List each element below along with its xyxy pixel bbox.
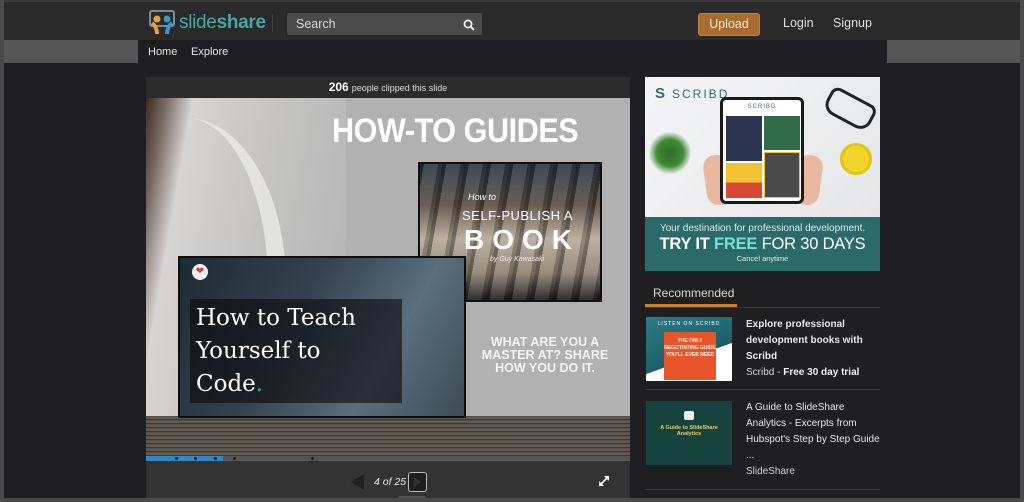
ad-book-4 xyxy=(764,152,800,198)
top-navbar: slideshare Search Upload Login Signup xyxy=(4,0,1020,40)
slide-title: HOW-TO GUIDES xyxy=(332,112,579,150)
slideshare-page: slideshare Search Upload Login Signup Ho… xyxy=(4,0,1020,498)
next-slide-button[interactable] xyxy=(408,472,427,492)
ad-banner: Your destination for professional develo… xyxy=(645,217,880,271)
recommended-text: A Guide to SlideShare Analytics - Excerp… xyxy=(746,400,881,480)
scribd-ad[interactable]: S SCRIBD SCRIBD Your destination for prof… xyxy=(645,77,880,271)
recommended-title[interactable]: Explore professional development books w… xyxy=(746,317,881,365)
signup-link[interactable]: Signup xyxy=(833,16,872,30)
slide-player: 206 people clipped this slide HOW-TO GUID… xyxy=(146,77,630,498)
heart-icon: ❤ xyxy=(192,264,208,280)
ad-tagline: Your destination for professional develo… xyxy=(659,223,866,234)
clip-count-bar: 206 people clipped this slide xyxy=(146,77,630,98)
recommended-meta: Scribd - Free 30 day trial xyxy=(746,367,860,378)
book-card-author: by Guy Kawasaki xyxy=(490,256,545,263)
clip-count-label: people clipped this slide xyxy=(351,83,448,93)
recommended-thumbnail: LISTEN ON SCRIBD THE ONLY NEGOTIATING GU… xyxy=(646,317,732,381)
progress-marker[interactable] xyxy=(310,457,314,460)
slide-image[interactable]: HOW-TO GUIDES How to SELF-PUBLISH A BOOK… xyxy=(146,98,630,456)
recommended-text: Explore professional development books w… xyxy=(746,317,881,381)
previous-slide-button[interactable] xyxy=(351,474,364,490)
teach-code-card: ❤ How to Teach Yourself to Code. xyxy=(178,256,466,418)
slide-background-pages xyxy=(146,416,630,456)
subnav-gutter-right xyxy=(887,40,1020,63)
scrollbar-thumb[interactable] xyxy=(399,496,425,498)
book-card-line2: SELF-PUBLISH A xyxy=(462,208,574,223)
header-divider xyxy=(272,14,273,32)
ad-book-1 xyxy=(726,116,762,161)
recommended-source: SlideShare xyxy=(746,466,795,477)
ad-book-3 xyxy=(726,163,762,198)
search-icon[interactable] xyxy=(463,18,475,31)
clip-count: 206 xyxy=(328,80,349,94)
plant-image xyxy=(649,132,691,174)
ad-image: S SCRIBD SCRIBD xyxy=(645,77,880,217)
scribd-logo: S SCRIBD xyxy=(655,85,730,102)
search-placeholder: Search xyxy=(296,17,336,31)
slideshare-logo[interactable]: slideshare xyxy=(148,10,266,36)
tablet-image: SCRIBD xyxy=(720,97,804,204)
player-controls: 4 of 25 xyxy=(146,461,630,498)
recommended-item[interactable]: A Guide to SlideShare Analytics A Guide … xyxy=(645,391,880,490)
fullscreen-icon[interactable] xyxy=(598,474,610,487)
book-card-line1: How to xyxy=(468,192,497,202)
cup-image xyxy=(840,143,872,175)
progress-marker[interactable] xyxy=(233,457,237,460)
search-input[interactable]: Search xyxy=(287,13,482,35)
slideshare-logo-text: slideshare xyxy=(179,12,266,33)
recommended-header: Recommended xyxy=(645,282,880,308)
tab-recommended[interactable]: Recommended xyxy=(653,286,734,300)
login-link[interactable]: Login xyxy=(783,16,814,30)
tab-active-underline xyxy=(645,304,737,307)
nav-home-link[interactable]: Home xyxy=(148,46,177,58)
subnav-gutter-left xyxy=(4,40,138,63)
slideshare-thumb-icon xyxy=(684,411,694,420)
upload-button[interactable]: Upload xyxy=(698,13,760,36)
slide-cta-text: WHAT ARE YOU A MASTER AT? SHARE HOW YOU … xyxy=(481,335,609,375)
nav-explore-link[interactable]: Explore xyxy=(191,46,228,58)
slideshare-logo-icon xyxy=(148,10,176,36)
book-card-line3: BOOK xyxy=(464,224,580,255)
code-card-text: How to Teach Yourself to Code. xyxy=(196,305,356,397)
page-indicator: 4 of 25 xyxy=(374,476,407,488)
glasses-image xyxy=(821,84,879,134)
scribd-logo-icon: S xyxy=(655,85,668,102)
ad-subtext: Cancel anytime xyxy=(736,254,789,263)
progress-marker[interactable] xyxy=(213,457,217,460)
ad-book-2 xyxy=(764,116,800,150)
recommended-title[interactable]: A Guide to SlideShare Analytics - Excerp… xyxy=(746,400,881,464)
recommended-item[interactable]: LISTEN ON SCRIBD THE ONLY NEGOTIATING GU… xyxy=(645,310,880,390)
ad-headline: TRY IT FREE FOR 30 DAYS xyxy=(659,235,866,253)
recommended-thumbnail: A Guide to SlideShare Analytics xyxy=(646,401,732,465)
secondary-nav: Home Explore xyxy=(138,40,887,63)
